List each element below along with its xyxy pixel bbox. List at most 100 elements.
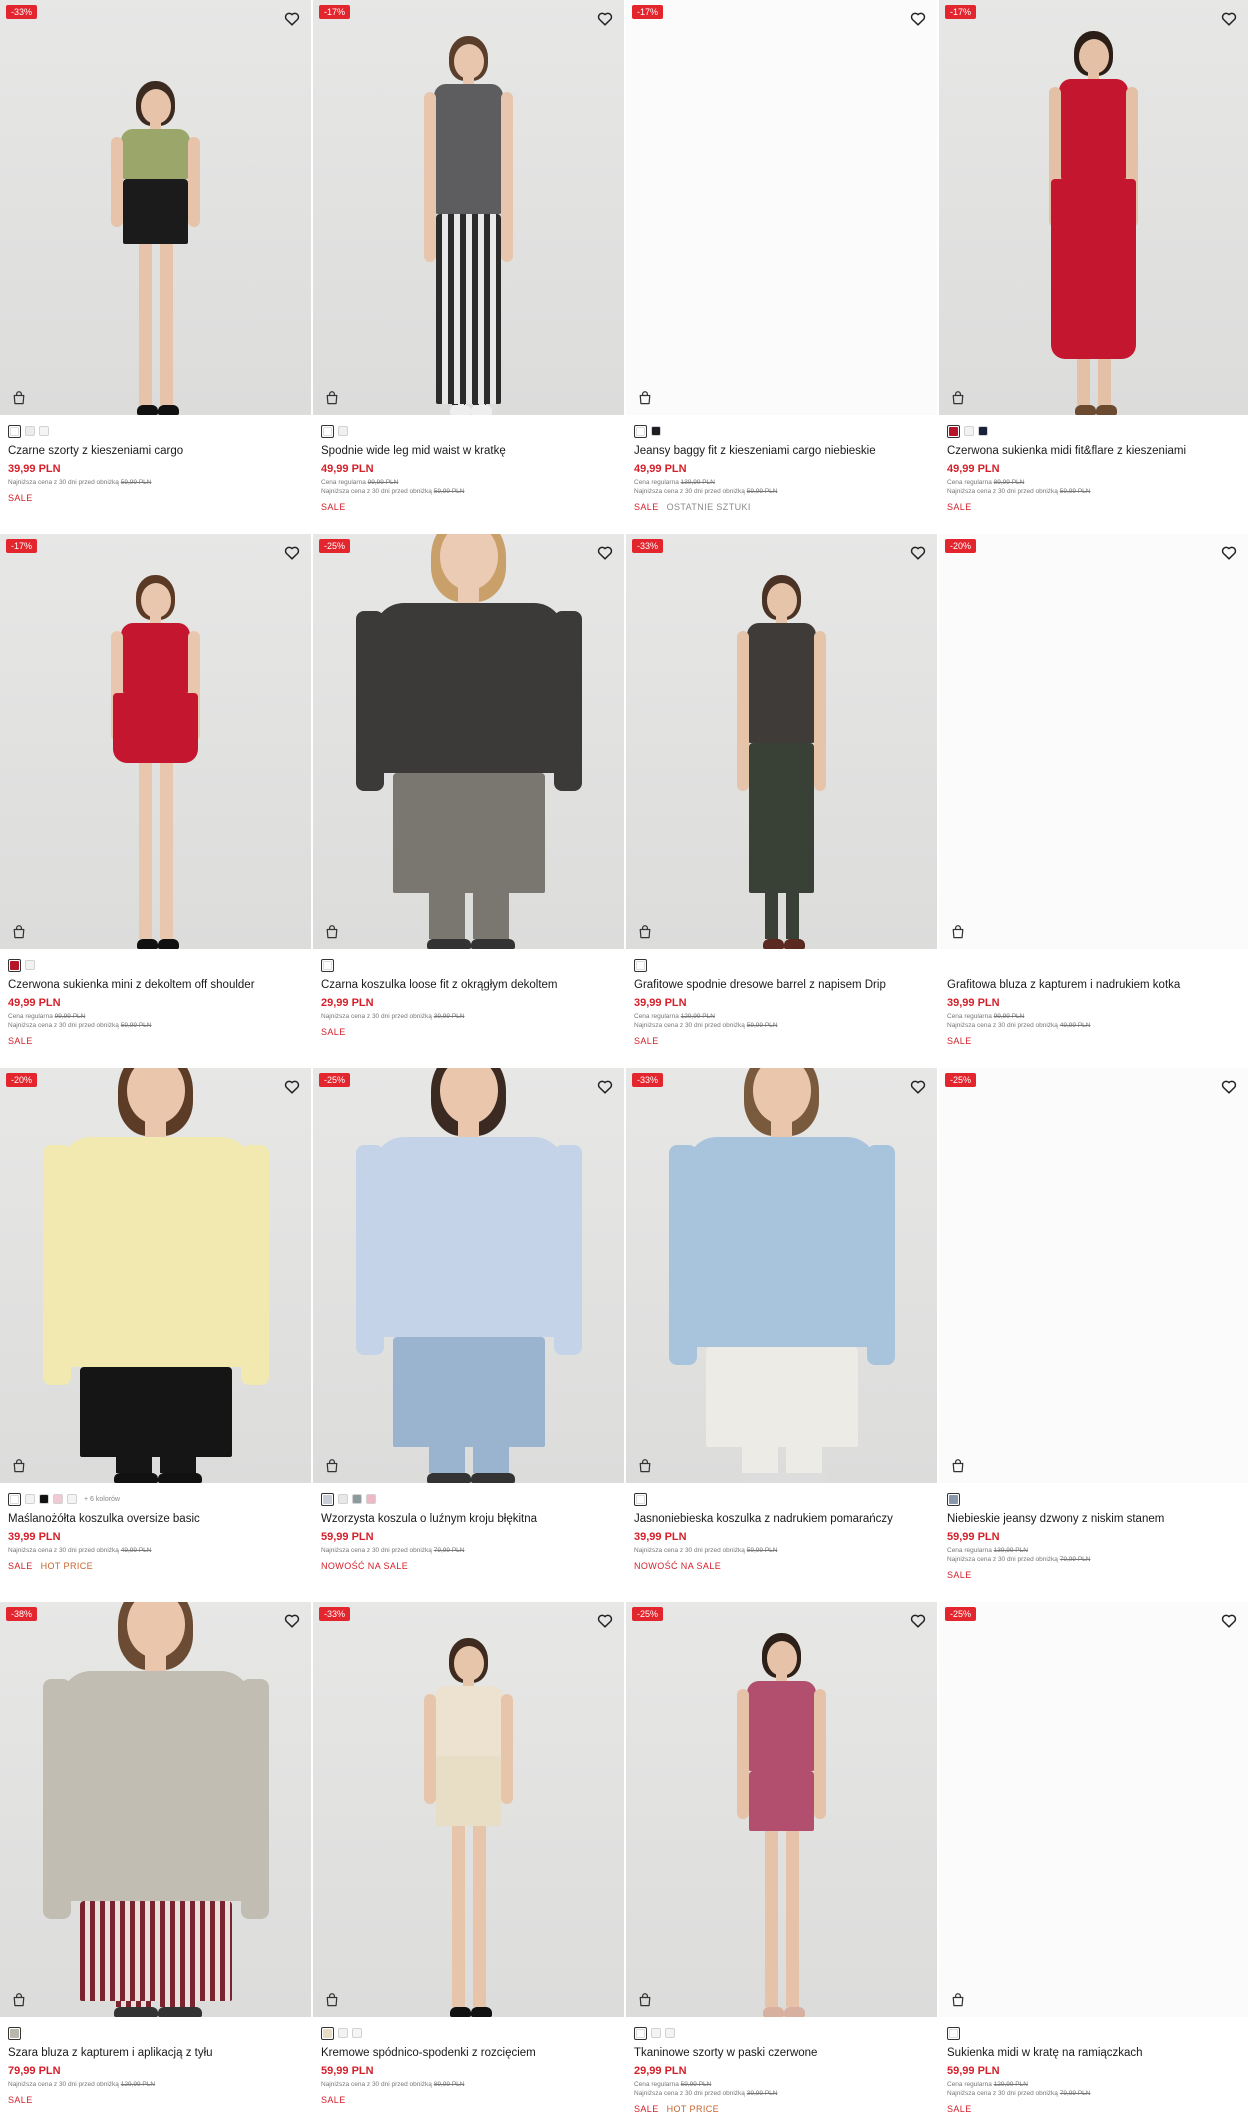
shopping-bag-icon[interactable] — [323, 1990, 341, 2008]
color-swatch[interactable] — [352, 1494, 362, 1504]
product-name[interactable]: Tkaninowe szorty w paski czerwone — [634, 2047, 931, 2059]
product-card[interactable]: -33% Grafitowe spodnie dresowe barrel z n… — [626, 534, 939, 1068]
color-swatch[interactable] — [53, 1494, 63, 1504]
product-name[interactable]: Czerwona sukienka midi fit&flare z kiesz… — [947, 445, 1242, 457]
heart-icon[interactable] — [595, 1076, 615, 1096]
product-card[interactable]: -17% Jeansy baggy fit z kieszeniami cargo… — [626, 0, 939, 534]
product-image[interactable]: -33% — [626, 534, 937, 949]
product-image[interactable]: -17% — [0, 534, 311, 949]
color-swatch[interactable] — [947, 424, 960, 438]
product-name[interactable]: Czarna koszulka loose fit z okrągłym dek… — [321, 979, 618, 991]
product-card[interactable]: -17% Czerwona sukienka midi fit&flare z k… — [939, 0, 1250, 534]
product-name[interactable]: Maślanożółta koszulka oversize basic — [8, 1513, 305, 1525]
heart-icon[interactable] — [908, 1076, 928, 1096]
color-swatch[interactable] — [321, 2026, 334, 2040]
shopping-bag-icon[interactable] — [949, 388, 967, 406]
shopping-bag-icon[interactable] — [949, 922, 967, 940]
color-swatch[interactable] — [947, 2026, 960, 2040]
color-swatch[interactable] — [634, 958, 647, 972]
product-card[interactable]: -33% Kremowe spódnico-spodenki z rozcięci… — [313, 1602, 626, 2126]
heart-icon[interactable] — [282, 542, 302, 562]
color-swatch[interactable] — [634, 424, 647, 438]
product-card[interactable]: -25% Wzorzysta koszula o luźnym kroju błę… — [313, 1068, 626, 1602]
color-swatch[interactable] — [8, 958, 21, 972]
color-swatch[interactable] — [366, 1494, 376, 1504]
heart-icon[interactable] — [595, 8, 615, 28]
product-card[interactable]: -33% Jasnoniebieska koszulka z nadrukiem … — [626, 1068, 939, 1602]
product-name[interactable]: Jasnoniebieska koszulka z nadrukiem poma… — [634, 1513, 931, 1525]
product-name[interactable]: Grafitowe spodnie dresowe barrel z napis… — [634, 979, 931, 991]
product-image[interactable]: -33% — [0, 0, 311, 415]
product-image[interactable]: -25% — [313, 534, 624, 949]
heart-icon[interactable] — [282, 1076, 302, 1096]
product-name[interactable]: Czarne szorty z kieszeniami cargo — [8, 445, 305, 457]
product-card[interactable]: -25% Tkaninowe szorty w paski czerwone 29,… — [626, 1602, 939, 2126]
product-image[interactable]: -17% — [626, 0, 937, 415]
heart-icon[interactable] — [908, 542, 928, 562]
product-name[interactable]: Niebieskie jeansy dzwony z niskim stanem — [947, 1513, 1242, 1525]
heart-icon[interactable] — [908, 8, 928, 28]
color-swatch[interactable] — [39, 1494, 49, 1504]
more-colors-link[interactable]: + 6 kolorów — [84, 1496, 120, 1503]
product-image[interactable]: -20% — [0, 1068, 311, 1483]
color-swatch[interactable] — [321, 958, 334, 972]
color-swatch[interactable] — [352, 2028, 362, 2038]
shopping-bag-icon[interactable] — [636, 922, 654, 940]
product-image[interactable]: -25% — [939, 1602, 1248, 2017]
product-image[interactable]: -17% — [313, 0, 624, 415]
product-name[interactable]: Grafitowa bluza z kapturem i nadrukiem k… — [947, 979, 1242, 991]
shopping-bag-icon[interactable] — [10, 388, 28, 406]
product-card[interactable]: -25% Niebieskie jeansy dzwony z niskim st… — [939, 1068, 1250, 1602]
shopping-bag-icon[interactable] — [636, 1990, 654, 2008]
color-swatch[interactable] — [39, 426, 49, 436]
product-card[interactable]: -33% Czarne szorty z kieszeniami cargo 39,… — [0, 0, 313, 534]
shopping-bag-icon[interactable] — [949, 1990, 967, 2008]
product-image[interactable]: -38% — [0, 1602, 311, 2017]
color-swatch[interactable] — [321, 1492, 334, 1506]
product-name[interactable]: Jeansy baggy fit z kieszeniami cargo nie… — [634, 445, 931, 457]
product-image[interactable]: -25% — [626, 1602, 937, 2017]
color-swatch[interactable] — [67, 1494, 77, 1504]
color-swatch[interactable] — [338, 426, 348, 436]
product-name[interactable]: Kremowe spódnico-spodenki z rozcięciem — [321, 2047, 618, 2059]
color-swatch[interactable] — [338, 1494, 348, 1504]
color-swatch[interactable] — [964, 426, 974, 436]
shopping-bag-icon[interactable] — [636, 1456, 654, 1474]
heart-icon[interactable] — [1219, 8, 1239, 28]
shopping-bag-icon[interactable] — [323, 388, 341, 406]
shopping-bag-icon[interactable] — [10, 922, 28, 940]
product-card[interactable]: -25% Czarna koszulka loose fit z okrągłym… — [313, 534, 626, 1068]
shopping-bag-icon[interactable] — [323, 1456, 341, 1474]
heart-icon[interactable] — [1219, 542, 1239, 562]
shopping-bag-icon[interactable] — [636, 388, 654, 406]
shopping-bag-icon[interactable] — [323, 922, 341, 940]
color-swatch[interactable] — [25, 1494, 35, 1504]
color-swatch[interactable] — [8, 2026, 21, 2040]
shopping-bag-icon[interactable] — [949, 1456, 967, 1474]
product-card[interactable]: -20% Grafitowa bluza z kapturem i nadruki… — [939, 534, 1250, 1068]
product-image[interactable]: -33% — [313, 1602, 624, 2017]
heart-icon[interactable] — [1219, 1610, 1239, 1630]
color-swatch[interactable] — [634, 2026, 647, 2040]
color-swatch[interactable] — [651, 2028, 661, 2038]
product-card[interactable]: -17% Czerwona sukienka mini z dekoltem of… — [0, 534, 313, 1068]
product-card[interactable]: -25% Sukienka midi w kratę na ramiączkach… — [939, 1602, 1250, 2126]
product-image[interactable]: -25% — [939, 1068, 1248, 1483]
color-swatch[interactable] — [947, 1492, 960, 1506]
product-card[interactable]: -20% + 6 kolorów Maślanożółta koszulka ove… — [0, 1068, 313, 1602]
heart-icon[interactable] — [908, 1610, 928, 1630]
product-name[interactable]: Szara bluza z kapturem i aplikacją z tył… — [8, 2047, 305, 2059]
color-swatch[interactable] — [665, 2028, 675, 2038]
product-image[interactable]: -33% — [626, 1068, 937, 1483]
product-name[interactable]: Sukienka midi w kratę na ramiączkach — [947, 2047, 1242, 2059]
shopping-bag-icon[interactable] — [10, 1456, 28, 1474]
shopping-bag-icon[interactable] — [10, 1990, 28, 2008]
heart-icon[interactable] — [595, 542, 615, 562]
color-swatch[interactable] — [651, 426, 661, 436]
product-name[interactable]: Czerwona sukienka mini z dekoltem off sh… — [8, 979, 305, 991]
product-card[interactable]: -17% Spodnie wide leg mid waist w kratkę 4… — [313, 0, 626, 534]
color-swatch[interactable] — [978, 426, 988, 436]
color-swatch[interactable] — [8, 424, 21, 438]
color-swatch[interactable] — [634, 1492, 647, 1506]
color-swatch[interactable] — [338, 2028, 348, 2038]
